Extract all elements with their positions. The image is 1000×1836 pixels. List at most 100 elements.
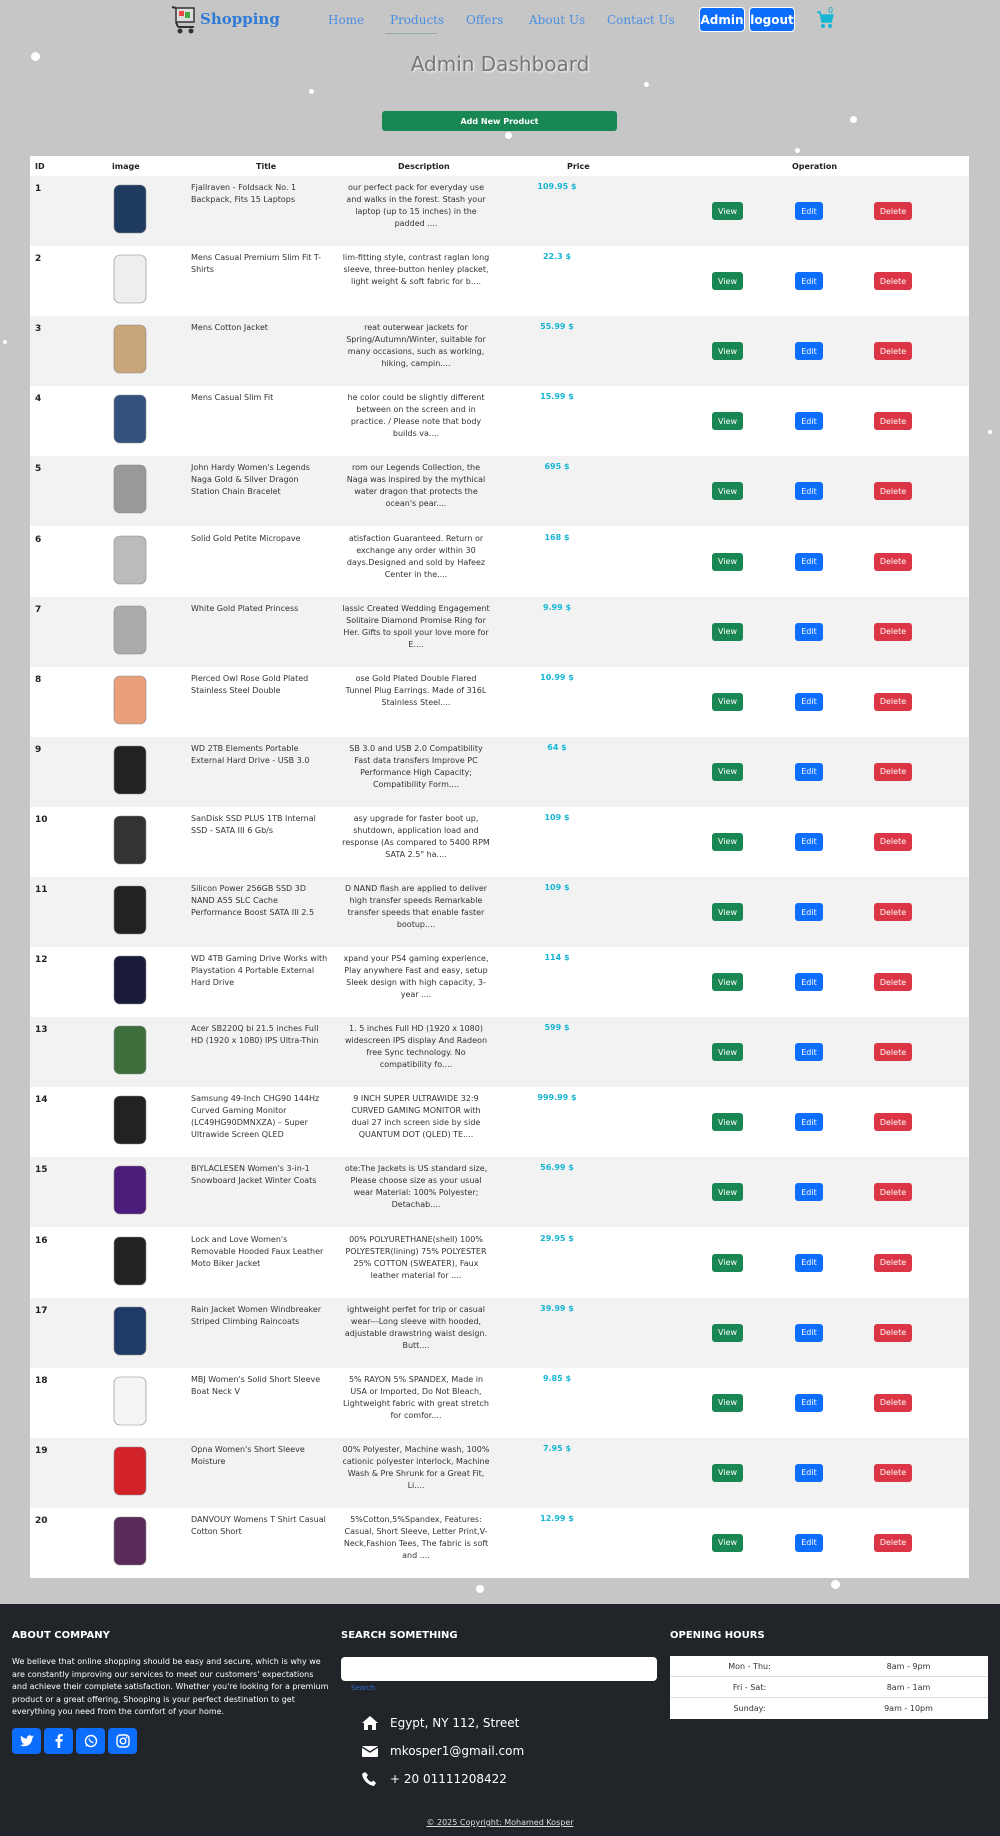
view-button[interactable]: View bbox=[712, 482, 743, 501]
delete-button[interactable]: Delete bbox=[874, 1183, 912, 1202]
twitter-button[interactable] bbox=[12, 1728, 41, 1754]
edit-button[interactable]: Edit bbox=[795, 832, 823, 851]
logout-button[interactable]: logout bbox=[749, 7, 795, 32]
brand-logo[interactable]: Shopping bbox=[170, 4, 280, 34]
delete-button[interactable]: Delete bbox=[874, 272, 912, 291]
delete-button[interactable]: Delete bbox=[874, 1393, 912, 1412]
delete-button[interactable]: Delete bbox=[874, 412, 912, 431]
whatsapp-button[interactable] bbox=[76, 1728, 105, 1754]
product-price: 999.99 $ bbox=[537, 1093, 577, 1103]
edit-button[interactable]: Edit bbox=[795, 762, 823, 781]
delete-button[interactable]: Delete bbox=[874, 1113, 912, 1132]
edit-button[interactable]: Edit bbox=[795, 622, 823, 641]
search-link[interactable]: Search bbox=[351, 1684, 375, 1692]
product-title: Pierced Owl Rose Gold Plated Stainless S… bbox=[191, 673, 309, 695]
edit-button[interactable]: Edit bbox=[795, 1113, 823, 1132]
hours-day: Sunday: bbox=[733, 1704, 766, 1713]
view-button[interactable]: View bbox=[712, 412, 743, 431]
edit-button[interactable]: Edit bbox=[795, 1533, 823, 1552]
tshirt-image bbox=[110, 251, 150, 307]
instagram-button[interactable] bbox=[108, 1728, 137, 1754]
delete-button[interactable]: Delete bbox=[874, 1253, 912, 1272]
view-button[interactable]: View bbox=[712, 1043, 743, 1062]
edit-button[interactable]: Edit bbox=[795, 973, 823, 992]
edit-button[interactable]: Edit bbox=[795, 1393, 823, 1412]
edit-button[interactable]: Edit bbox=[795, 482, 823, 501]
brand-name: Shopping bbox=[200, 10, 280, 28]
nav-link-home[interactable]: Home bbox=[328, 13, 364, 27]
view-button[interactable]: View bbox=[712, 552, 743, 571]
product-title: SanDisk SSD PLUS 1TB Internal SSD - SATA… bbox=[191, 813, 316, 835]
earrings-image bbox=[110, 672, 150, 728]
edit-button[interactable]: Edit bbox=[795, 272, 823, 291]
add-new-product-button[interactable]: Add New Product bbox=[382, 111, 617, 131]
edit-button[interactable]: Edit bbox=[795, 1043, 823, 1062]
product-description: lim-fitting style, contrast raglan long … bbox=[342, 253, 490, 287]
edit-button[interactable]: Edit bbox=[795, 412, 823, 431]
table-row: 15 BIYLACLESEN Women's 3-in-1 Snowboard J… bbox=[30, 1157, 969, 1228]
edit-button[interactable]: Edit bbox=[795, 1183, 823, 1202]
product-description: rom our Legends Collection, the Naga was… bbox=[346, 463, 486, 509]
admin-button[interactable]: Admin bbox=[699, 7, 745, 32]
product-description: reat outerwear jackets for Spring/Autumn… bbox=[346, 323, 486, 369]
edit-button[interactable]: Edit bbox=[795, 692, 823, 711]
nav-link-about[interactable]: About Us bbox=[529, 13, 585, 27]
delete-button[interactable]: Delete bbox=[874, 482, 912, 501]
view-button[interactable]: View bbox=[712, 1113, 743, 1132]
view-button[interactable]: View bbox=[712, 1393, 743, 1412]
view-button[interactable]: View bbox=[712, 342, 743, 361]
view-button[interactable]: View bbox=[712, 832, 743, 851]
edit-button[interactable]: Edit bbox=[795, 1253, 823, 1272]
footer-search-input[interactable] bbox=[341, 1657, 657, 1681]
product-title: Mens Cotton Jacket bbox=[191, 323, 268, 333]
view-button[interactable]: View bbox=[712, 1323, 743, 1342]
edit-button[interactable]: Edit bbox=[795, 552, 823, 571]
edit-button[interactable]: Edit bbox=[795, 342, 823, 361]
nav-link-contact[interactable]: Contact Us bbox=[607, 13, 675, 27]
view-button[interactable]: View bbox=[712, 1253, 743, 1272]
view-button[interactable]: View bbox=[712, 202, 743, 220]
delete-button[interactable]: Delete bbox=[874, 832, 912, 851]
delete-button[interactable]: Delete bbox=[874, 552, 912, 571]
delete-button[interactable]: Delete bbox=[874, 762, 912, 781]
delete-button[interactable]: Delete bbox=[874, 622, 912, 641]
edit-button[interactable]: Edit bbox=[795, 202, 823, 220]
view-button[interactable]: View bbox=[712, 1183, 743, 1202]
view-button[interactable]: View bbox=[712, 622, 743, 641]
view-button[interactable]: View bbox=[712, 973, 743, 992]
view-button[interactable]: View bbox=[712, 272, 743, 291]
product-id: 16 bbox=[35, 1235, 48, 1246]
view-button[interactable]: View bbox=[712, 903, 743, 921]
copyright-link[interactable]: © 2025 Copyright: Mohamed Kosper bbox=[0, 1818, 1000, 1827]
delete-button[interactable]: Delete bbox=[874, 1323, 912, 1342]
edit-button[interactable]: Edit bbox=[795, 1323, 823, 1342]
delete-button[interactable]: Delete bbox=[874, 973, 912, 992]
delete-button[interactable]: Delete bbox=[874, 1463, 912, 1482]
delete-button[interactable]: Delete bbox=[874, 903, 912, 921]
product-title: Samsung 49-Inch CHG90 144Hz Curved Gamin… bbox=[191, 1094, 320, 1140]
delete-button[interactable]: Delete bbox=[874, 342, 912, 361]
nav-link-products[interactable]: Products bbox=[390, 13, 444, 27]
facebook-button[interactable] bbox=[44, 1728, 73, 1754]
delete-button[interactable]: Delete bbox=[874, 692, 912, 711]
table-row: 20 DANVOUY Womens T Shirt Casual Cotton S… bbox=[30, 1507, 969, 1578]
nav-link-offers[interactable]: Offers bbox=[466, 13, 503, 27]
snowflake bbox=[831, 1580, 840, 1589]
product-price: 695 $ bbox=[544, 462, 570, 472]
delete-button[interactable]: Delete bbox=[874, 1043, 912, 1062]
edit-button[interactable]: Edit bbox=[795, 1463, 823, 1482]
view-button[interactable]: View bbox=[712, 1533, 743, 1552]
table-row: 11 Silicon Power 256GB SSD 3D NAND A55 SL… bbox=[30, 877, 969, 947]
edit-button[interactable]: Edit bbox=[795, 903, 823, 921]
product-id: 6 bbox=[35, 534, 42, 545]
delete-button[interactable]: Delete bbox=[874, 202, 912, 220]
product-title: BIYLACLESEN Women's 3-in-1 Snowboard Jac… bbox=[191, 1164, 317, 1186]
table-row: 16 Lock and Love Women's Removable Hooded… bbox=[30, 1227, 969, 1298]
view-button[interactable]: View bbox=[712, 1463, 743, 1482]
delete-button[interactable]: Delete bbox=[874, 1533, 912, 1552]
table-row: 5 John Hardy Women's Legends Naga Gold & … bbox=[30, 456, 969, 527]
product-description: xpand your PS4 gaming experience, Play a… bbox=[343, 954, 489, 1000]
column-header-operation: Operation bbox=[792, 162, 838, 171]
view-button[interactable]: View bbox=[712, 692, 743, 711]
view-button[interactable]: View bbox=[712, 762, 743, 781]
